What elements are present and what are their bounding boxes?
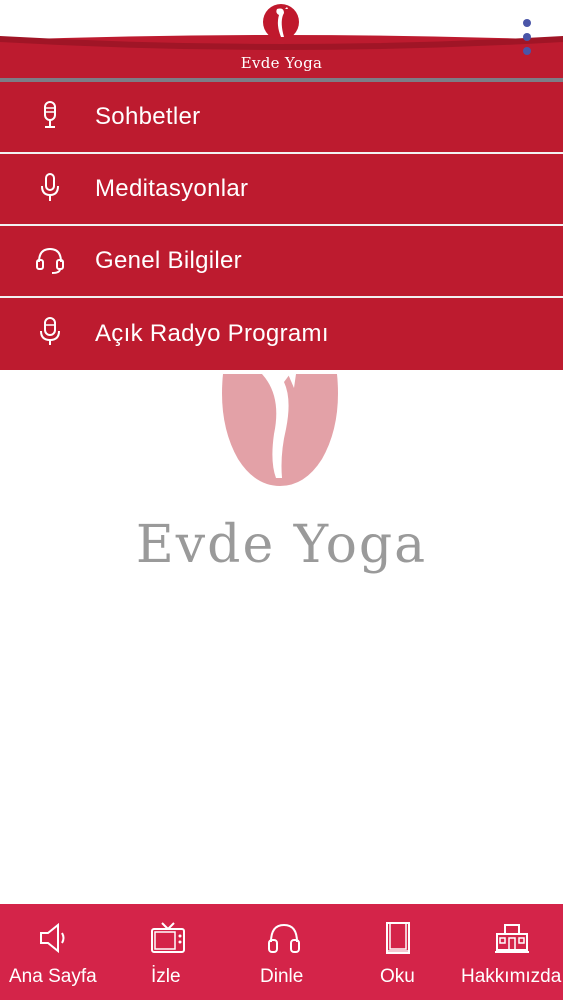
speaker-icon [40,922,65,954]
nav-label: Dinle [260,966,304,987]
headphones-icon [268,923,300,953]
nav-izle[interactable]: İzle [112,904,224,1000]
menu-item-label: Açık Radyo Programı [95,320,329,347]
app-header: Evde Yoga [0,0,563,82]
bottom-navigation: Ana Sayfa İzle Dinle Oku Hakkımızda [0,904,563,1000]
kebab-menu-icon[interactable] [516,17,538,57]
menu-item-sohbetler[interactable]: Sohbetler [0,82,563,154]
headset-icon [36,247,64,274]
microphone-icon [40,317,60,345]
brand-wordmark: Evde Yoga [135,515,428,575]
book-icon [386,922,410,954]
nav-ana-sayfa[interactable]: Ana Sayfa [0,904,112,1000]
nav-label: Ana Sayfa [9,966,97,987]
microphone-icon [44,101,56,128]
nav-label: Oku [380,966,415,987]
menu-item-meditasyonlar[interactable]: Meditasyonlar [0,154,563,226]
menu-item-acik-radyo-programi[interactable]: Açık Radyo Programı [0,298,563,370]
nav-label: Hakkımızda [461,966,562,987]
yoga-figure-logo-icon[interactable] [262,3,300,41]
menu-item-label: Sohbetler [95,103,201,130]
nav-oku[interactable]: Oku [344,904,454,1000]
tv-icon [151,922,185,953]
app-title: Evde Yoga [240,54,323,72]
menu-item-label: Genel Bilgiler [95,247,242,274]
nav-dinle[interactable]: Dinle [224,904,344,1000]
category-menu: Sohbetler Meditasyonlar Genel Bilgiler A… [0,82,563,370]
brand-logo-icon [222,374,338,486]
nav-label: İzle [151,966,181,987]
menu-item-genel-bilgiler[interactable]: Genel Bilgiler [0,226,563,298]
building-icon [495,924,529,953]
menu-item-label: Meditasyonlar [95,175,249,202]
microphone-icon [41,173,59,201]
nav-hakkimizda[interactable]: Hakkımızda [454,904,563,1000]
